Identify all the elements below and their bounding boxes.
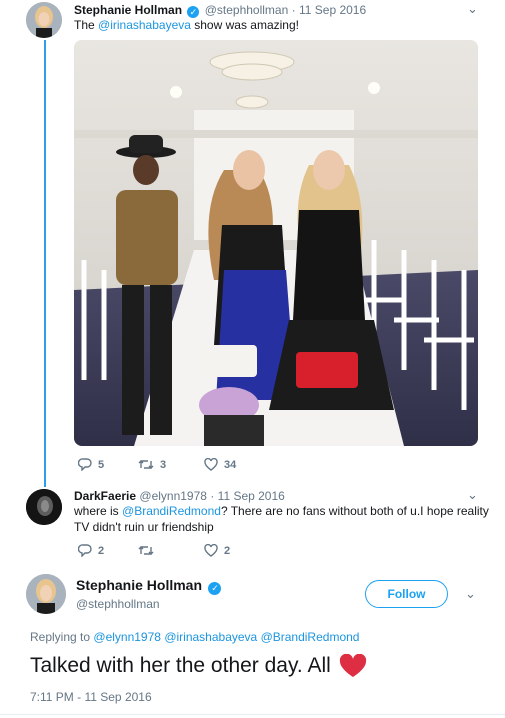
more-options-chevron-icon[interactable]: ⌄: [465, 586, 476, 602]
reply-button[interactable]: 2: [78, 544, 104, 557]
tweet-text-part: The: [74, 18, 99, 32]
reply-icon: [78, 458, 92, 471]
author-handle[interactable]: @stephhollman: [76, 597, 160, 611]
main-tweet-text: Talked with her the other day. All: [30, 654, 367, 678]
retweet-icon: [138, 460, 154, 469]
tweet-date[interactable]: 11 Sep 2016: [299, 3, 366, 17]
separator-dot: ·: [291, 3, 296, 17]
tweet-text-part: Talked with her the other day. All: [30, 654, 331, 677]
replying-to-label: Replying to: [30, 630, 91, 644]
tweet-text-part: show was amazing!: [190, 18, 299, 32]
like-button[interactable]: 34: [204, 458, 236, 471]
reply-icon: [78, 544, 92, 557]
avatar[interactable]: [26, 2, 62, 38]
retweet-count: 3: [160, 458, 167, 471]
avatar[interactable]: [26, 574, 66, 614]
replying-to-mention[interactable]: @irinashabayeva: [164, 630, 257, 644]
tweet-photo[interactable]: [74, 40, 478, 446]
more-options-chevron-icon[interactable]: ⌄: [467, 1, 478, 17]
replying-to: Replying to @elynn1978 @irinashabayeva @…: [30, 630, 359, 644]
author-name[interactable]: DarkFaerie: [74, 489, 136, 503]
like-count: 2: [224, 544, 231, 557]
verified-badge-icon: ✓: [208, 582, 222, 595]
mention-link[interactable]: @irinashabayeva: [98, 18, 191, 32]
author-handle[interactable]: @elynn1978: [139, 489, 207, 503]
follow-button[interactable]: Follow: [365, 580, 448, 608]
red-heart-emoji-icon: [339, 654, 366, 677]
tweet-text-part: TV didn't ruin ur friendship: [74, 520, 214, 534]
thread-connector-line: [44, 40, 46, 487]
reply-count: 2: [98, 544, 105, 557]
reply-button[interactable]: 5: [78, 458, 104, 471]
retweet-icon: [138, 546, 154, 555]
retweet-button[interactable]: [138, 544, 160, 557]
tweet-text-part: where is: [74, 504, 123, 518]
author-handle[interactable]: @stephhollman: [205, 3, 289, 17]
like-count: 34: [224, 458, 237, 471]
bottom-divider: [0, 714, 505, 715]
mention-link[interactable]: @BrandiRedmond: [122, 504, 221, 518]
heart-icon: [204, 544, 218, 557]
replying-to-mention[interactable]: @BrandiRedmond: [261, 630, 360, 644]
tweet-date[interactable]: 11 Sep 2016: [218, 489, 285, 503]
replying-to-mention[interactable]: @elynn1978: [93, 630, 161, 644]
tweet-timestamp[interactable]: 7:11 PM - 11 Sep 2016: [30, 690, 152, 704]
like-button[interactable]: 2: [204, 544, 230, 557]
author-name[interactable]: Stephanie Hollman: [74, 3, 182, 17]
tweet-text: where is @BrandiRedmond? There are no fa…: [74, 503, 494, 535]
avatar[interactable]: [26, 489, 62, 525]
reply-count: 5: [98, 458, 105, 471]
tweet-text-part: ? There are no fans without both of u.I …: [220, 504, 489, 518]
author-name[interactable]: Stephanie Hollman: [76, 577, 202, 593]
tweet-text: The @irinashabayeva show was amazing!: [74, 17, 299, 33]
more-options-chevron-icon[interactable]: ⌄: [467, 487, 478, 503]
separator-dot: ·: [210, 489, 215, 503]
retweet-button[interactable]: 3: [138, 458, 166, 471]
heart-icon: [204, 458, 218, 471]
